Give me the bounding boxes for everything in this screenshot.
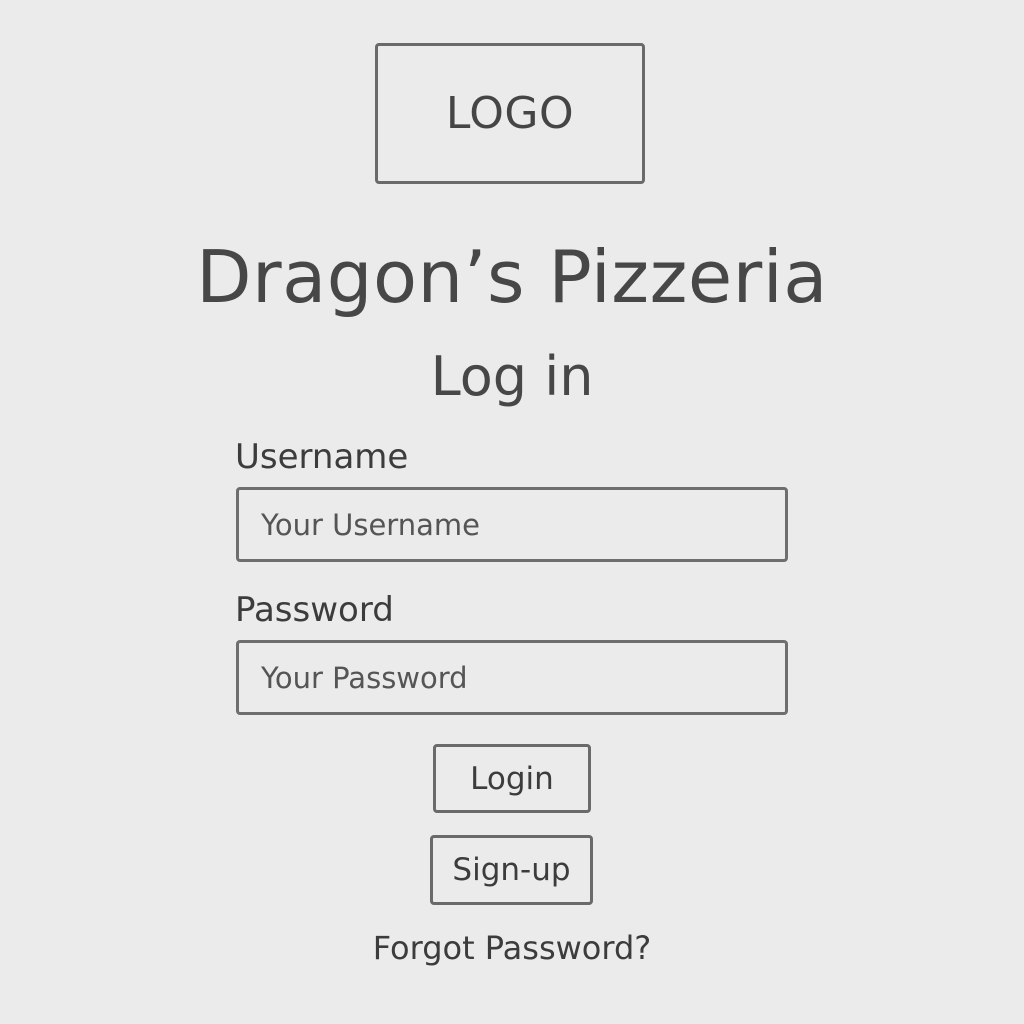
page-heading: Log in xyxy=(430,345,594,408)
username-input[interactable] xyxy=(236,487,788,562)
login-page: LOGO Dragon’s Pizzeria Log in Username P… xyxy=(0,0,1024,1024)
logo-text: LOGO xyxy=(445,88,575,139)
password-input[interactable] xyxy=(236,640,788,715)
signup-button[interactable]: Sign-up xyxy=(430,835,593,905)
login-button[interactable]: Login xyxy=(433,744,591,813)
brand-title: Dragon’s Pizzeria xyxy=(196,235,828,319)
logo-placeholder: LOGO xyxy=(375,43,645,184)
forgot-password-link[interactable]: Forgot Password? xyxy=(0,928,1024,968)
password-label: Password xyxy=(235,590,394,630)
username-label: Username xyxy=(235,437,409,477)
